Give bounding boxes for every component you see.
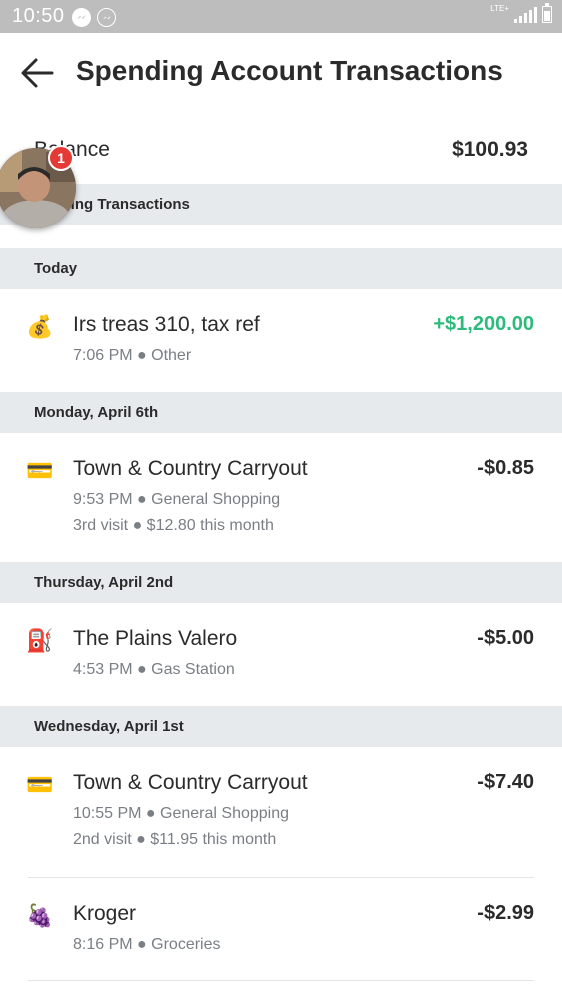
date-header: Thursday, April 2nd <box>0 562 562 603</box>
back-arrow-icon <box>21 58 54 88</box>
date-header: Wednesday, April 1st <box>0 706 562 747</box>
date-label: Wednesday, April 1st <box>34 718 184 735</box>
transaction-merchant: Irs treas 310, tax ref <box>73 313 260 336</box>
transaction-amount: -$5.00 <box>477 627 534 649</box>
transaction-visit-info: 2nd visit ● $11.95 this month <box>73 831 277 848</box>
grapes-icon: 🍇 <box>26 903 54 928</box>
page-title: Spending Account Transactions <box>76 55 503 86</box>
transaction-amount: +$1,200.00 <box>433 313 534 335</box>
row-divider <box>28 980 534 981</box>
date-label: Monday, April 6th <box>34 404 159 421</box>
back-button[interactable] <box>18 53 58 93</box>
lte-label: LTE+ <box>490 4 509 13</box>
transaction-row[interactable]: 💳 Town & Country Carryout -$0.85 9:53 PM… <box>0 433 562 562</box>
battery-icon <box>542 3 552 23</box>
transaction-row[interactable]: 💰 Irs treas 310, tax ref +$1,200.00 7:06… <box>0 289 562 392</box>
transaction-merchant: Town & Country Carryout <box>73 771 308 794</box>
status-time: 10:50 <box>12 5 65 27</box>
transaction-merchant: Town & Country Carryout <box>73 457 308 480</box>
transaction-time-category: 10:55 PM ● General Shopping <box>73 805 290 822</box>
transaction-row[interactable]: 🍇 Kroger -$2.99 8:16 PM ● Groceries <box>0 878 562 980</box>
transaction-amount: -$2.99 <box>477 902 534 924</box>
credit-card-icon: 💳 <box>26 772 54 797</box>
status-bar: 10:50 LTE+ <box>0 0 562 33</box>
transaction-time-category: 7:06 PM ● Other <box>73 347 192 364</box>
pending-transactions-header[interactable]: Pending Transactions <box>0 184 562 225</box>
date-header: Monday, April 6th <box>0 392 562 433</box>
transaction-time-category: 4:53 PM ● Gas Station <box>73 661 235 678</box>
transaction-time-category: 8:16 PM ● Groceries <box>73 936 221 953</box>
fuel-pump-icon: ⛽ <box>26 628 54 653</box>
messenger-icon <box>72 8 91 27</box>
date-header: Today <box>0 248 562 289</box>
status-right: LTE+ <box>490 3 552 23</box>
transaction-merchant: The Plains Valero <box>73 627 238 650</box>
transaction-time-category: 9:53 PM ● General Shopping <box>73 491 281 508</box>
app-header: Spending Account Transactions <box>0 33 562 113</box>
signal-icon <box>514 7 537 23</box>
transaction-merchant: Kroger <box>73 902 137 925</box>
balance-row: Balance $100.93 <box>0 126 562 178</box>
transaction-amount: -$0.85 <box>477 457 534 479</box>
date-label: Thursday, April 2nd <box>34 574 174 591</box>
transaction-amount: -$7.40 <box>477 771 534 793</box>
transaction-visit-info: 3rd visit ● $12.80 this month <box>73 517 274 534</box>
credit-card-icon: 💳 <box>26 458 54 483</box>
notification-badge: 1 <box>48 145 74 171</box>
transaction-row[interactable]: 💳 Town & Country Carryout -$7.40 10:55 P… <box>0 747 562 877</box>
messenger-outline-icon <box>97 8 116 27</box>
balance-value: $100.93 <box>452 138 528 161</box>
date-label: Today <box>34 260 78 277</box>
money-bag-icon: 💰 <box>26 314 54 339</box>
transaction-row[interactable]: ⛽ The Plains Valero -$5.00 4:53 PM ● Gas… <box>0 603 562 706</box>
